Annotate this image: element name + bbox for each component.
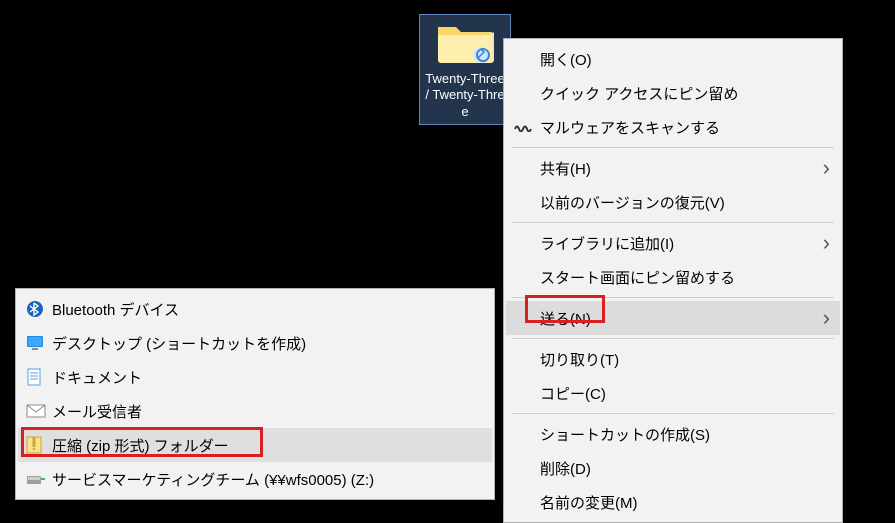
menu-item[interactable]: 以前のバージョンの復元(V) bbox=[506, 185, 840, 219]
chevron-right-icon: › bbox=[823, 305, 830, 331]
menu-separator bbox=[512, 147, 834, 148]
folder-icon bbox=[435, 19, 495, 67]
menu-item[interactable]: ショートカットの作成(S) bbox=[506, 417, 840, 451]
desktop-icon bbox=[26, 335, 52, 351]
send-to-item-label: ドキュメント bbox=[52, 367, 482, 388]
menu-separator bbox=[512, 413, 834, 414]
menu-item-label: スタート画面にピン留めする bbox=[540, 267, 830, 288]
menu-item[interactable]: 削除(D) bbox=[506, 451, 840, 485]
menu-item[interactable]: コピー(C) bbox=[506, 376, 840, 410]
send-to-item-label: メール受信者 bbox=[52, 401, 482, 422]
menu-item-label: 以前のバージョンの復元(V) bbox=[540, 192, 830, 213]
mail-icon bbox=[26, 404, 52, 418]
menu-item[interactable]: 共有(H)› bbox=[506, 151, 840, 185]
menu-separator bbox=[512, 222, 834, 223]
bluetooth-icon bbox=[26, 300, 52, 318]
menu-item-label: 開く(O) bbox=[540, 49, 830, 70]
send-to-item-label: 圧縮 (zip 形式) フォルダー bbox=[52, 435, 482, 456]
send-to-item-label: デスクトップ (ショートカットを作成) bbox=[52, 333, 482, 354]
send-to-submenu: Bluetooth デバイスデスクトップ (ショートカットを作成) ドキュメントメ… bbox=[15, 288, 495, 500]
send-to-item[interactable]: ドキュメント bbox=[18, 360, 492, 394]
menu-item[interactable]: スタート画面にピン留めする bbox=[506, 260, 840, 294]
menu-item-label: 名前の変更(M) bbox=[540, 492, 830, 513]
send-to-item-label: Bluetooth デバイス bbox=[52, 299, 482, 320]
menu-item-label: ライブラリに追加(I) bbox=[540, 233, 823, 254]
zip-icon bbox=[26, 436, 52, 454]
menu-item-label: 送る(N) bbox=[540, 308, 823, 329]
menu-item[interactable]: 切り取り(T) bbox=[506, 342, 840, 376]
send-to-item[interactable]: メール受信者 bbox=[18, 394, 492, 428]
netdrive-icon bbox=[26, 472, 52, 486]
send-to-item[interactable]: デスクトップ (ショートカットを作成) bbox=[18, 326, 492, 360]
wavy-icon bbox=[514, 118, 532, 136]
menu-separator bbox=[512, 338, 834, 339]
document-icon bbox=[26, 368, 52, 386]
menu-separator bbox=[512, 297, 834, 298]
chevron-right-icon: › bbox=[823, 230, 830, 256]
chevron-right-icon: › bbox=[823, 155, 830, 181]
menu-item[interactable]: マルウェアをスキャンする bbox=[506, 110, 840, 144]
menu-item-label: ショートカットの作成(S) bbox=[540, 424, 830, 445]
menu-item-label: クイック アクセスにピン留め bbox=[540, 83, 830, 104]
send-to-item[interactable]: サービスマーケティングチーム (¥¥wfs0005) (Z:) bbox=[18, 462, 492, 496]
menu-item[interactable]: クイック アクセスにピン留め bbox=[506, 76, 840, 110]
context-menu: 開く(O)クイック アクセスにピン留めマルウェアをスキャンする共有(H)›以前の… bbox=[503, 38, 843, 523]
menu-item-label: 削除(D) bbox=[540, 458, 830, 479]
menu-item-label: コピー(C) bbox=[540, 383, 830, 404]
menu-item[interactable]: 名前の変更(M) bbox=[506, 485, 840, 519]
menu-item[interactable]: 送る(N)› bbox=[506, 301, 840, 335]
send-to-item[interactable]: 圧縮 (zip 形式) フォルダー bbox=[18, 428, 492, 462]
send-to-item-label: サービスマーケティングチーム (¥¥wfs0005) (Z:) bbox=[52, 469, 482, 490]
menu-item[interactable]: 開く(O) bbox=[506, 42, 840, 76]
desktop-folder-selected[interactable]: Twenty-Three / Twenty-Three bbox=[419, 14, 511, 125]
menu-item-label: 切り取り(T) bbox=[540, 349, 830, 370]
menu-item[interactable]: ライブラリに追加(I)› bbox=[506, 226, 840, 260]
desktop-folder-label: Twenty-Three / Twenty-Three bbox=[424, 71, 506, 120]
menu-item-label: 共有(H) bbox=[540, 158, 823, 179]
menu-item-label: マルウェアをスキャンする bbox=[540, 117, 830, 138]
send-to-item[interactable]: Bluetooth デバイス bbox=[18, 292, 492, 326]
